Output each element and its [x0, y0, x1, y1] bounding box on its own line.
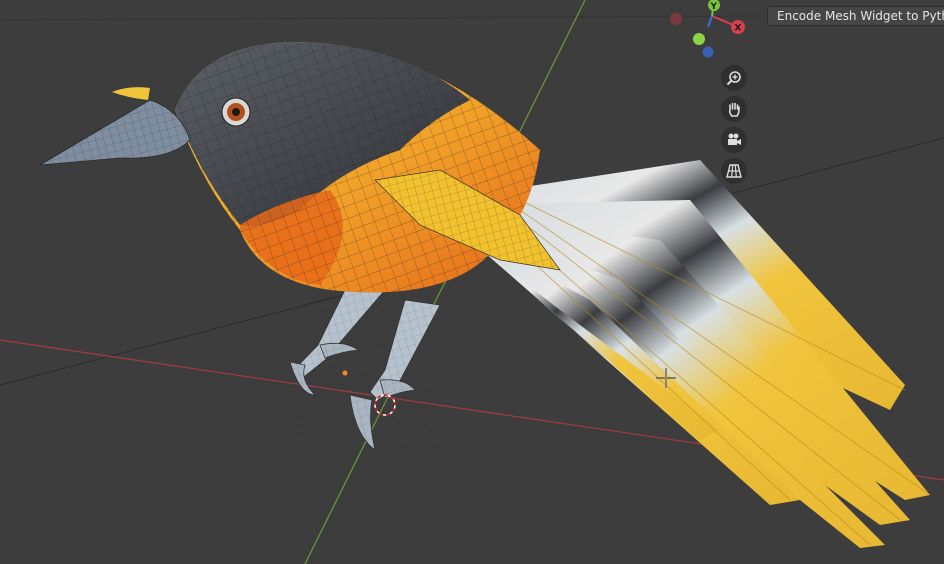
gizmo-neg-y-handle: [693, 33, 705, 45]
bird-body: [112, 41, 561, 293]
gizmo-x-label: X: [735, 24, 742, 34]
pan-button[interactable]: [721, 96, 747, 122]
beak: [39, 99, 191, 166]
3d-viewport[interactable]: X Y: [0, 0, 944, 564]
encode-mesh-widget-button[interactable]: Encode Mesh Widget to Python: [767, 6, 944, 26]
gizmo-y-label: Y: [710, 2, 718, 12]
eye: [221, 97, 251, 127]
grid-perspective-icon: [726, 164, 742, 178]
gizmo-neg-z-handle: [702, 46, 714, 58]
zoom-icon: [726, 71, 741, 86]
hand-pan-icon: [728, 102, 740, 117]
object-origin: [342, 370, 348, 376]
camera-view-button[interactable]: [721, 127, 747, 153]
camera-icon: [728, 133, 741, 145]
navigation-gizmo[interactable]: X Y: [670, 0, 745, 58]
legs: [289, 289, 441, 455]
zoom-button[interactable]: [721, 65, 747, 91]
perspective-toggle-button[interactable]: [721, 158, 747, 184]
